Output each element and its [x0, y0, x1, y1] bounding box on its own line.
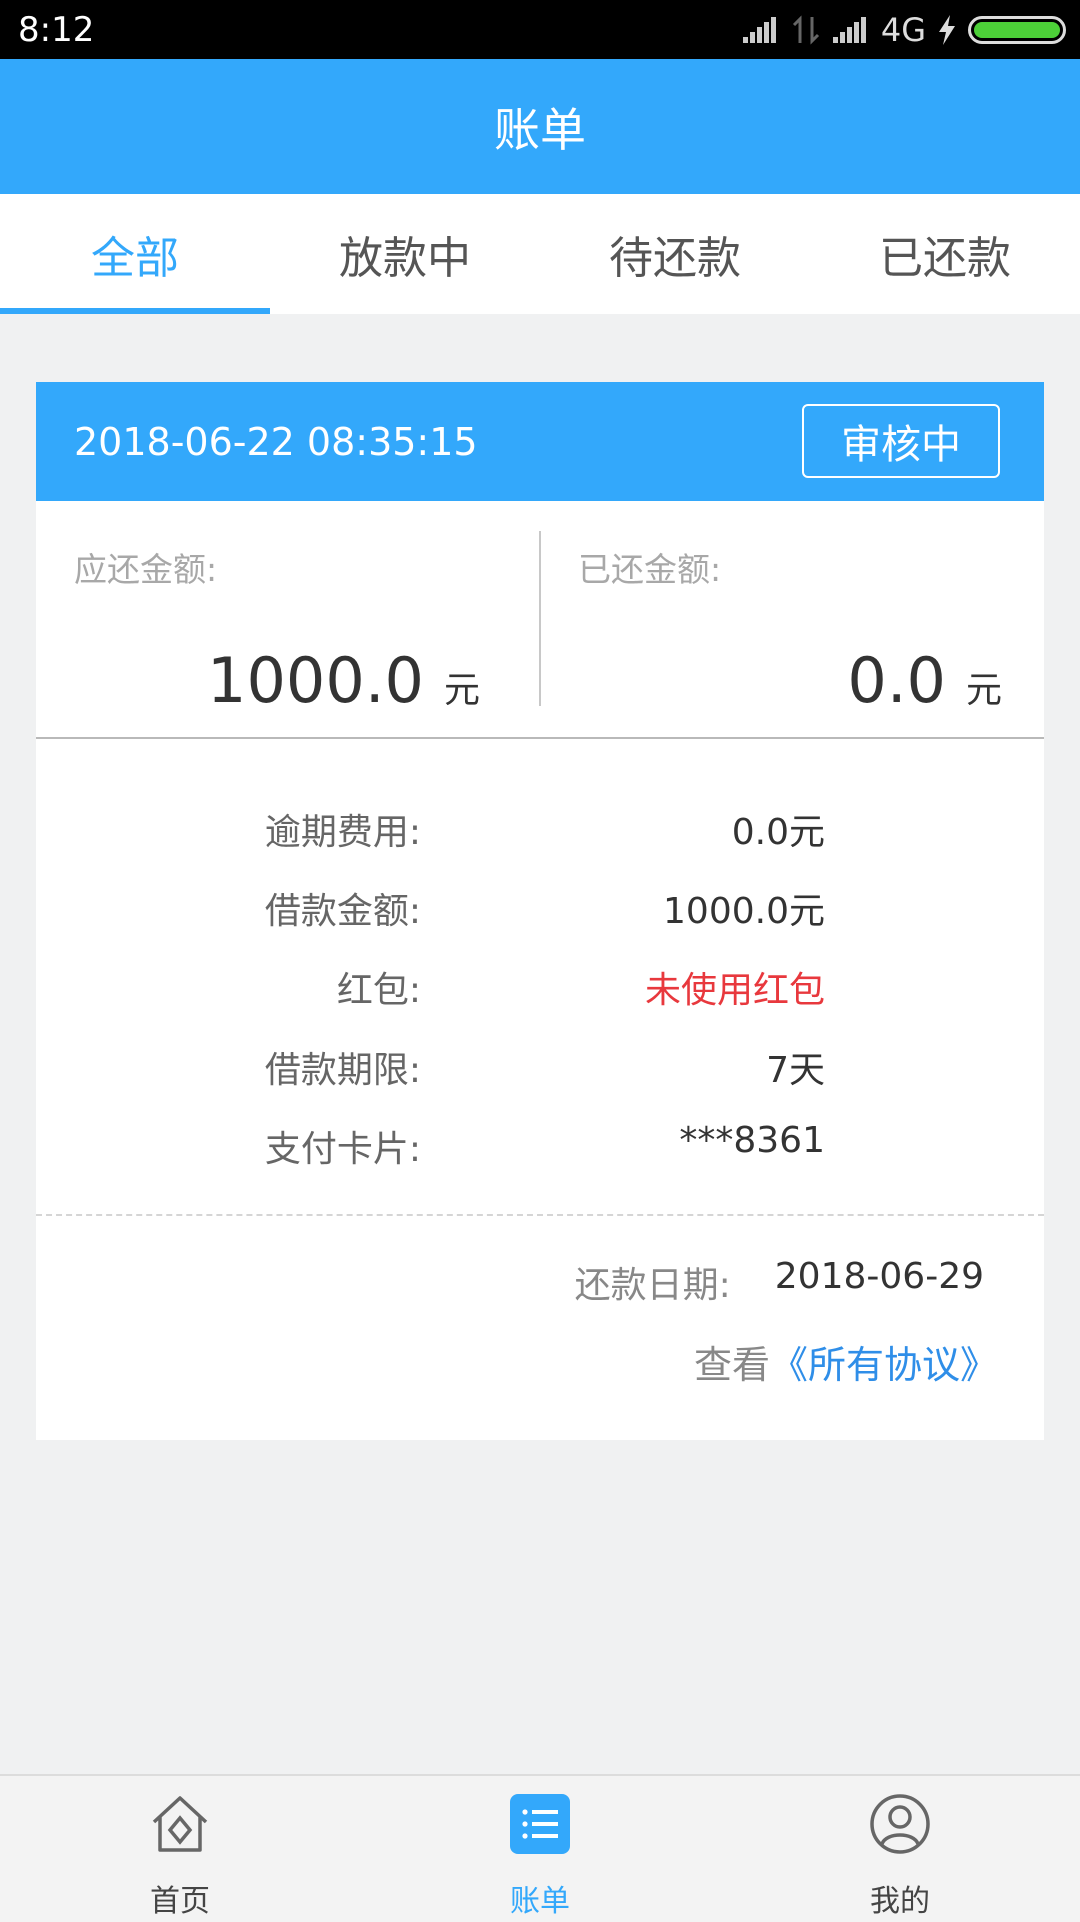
bill-list-icon — [510, 1794, 570, 1854]
detail-value: 7天 — [766, 1050, 825, 1091]
status-time: 8:12 — [18, 10, 95, 50]
network-type: 4G — [880, 11, 926, 49]
detail-value: ***8361 — [679, 1120, 825, 1161]
tab-label: 全部 — [91, 233, 179, 284]
home-icon — [152, 1796, 208, 1852]
nav-home[interactable]: 首页 — [0, 1776, 360, 1922]
detail-label: 逾期费用: — [264, 812, 421, 853]
bill-datetime: 2018-06-22 08:35:15 — [74, 420, 478, 464]
bill-card[interactable]: 2018-06-22 08:35:15 审核中 应还金额: 1000.0 元 已… — [36, 382, 1044, 1440]
paid-amount-unit: 元 — [965, 670, 1002, 711]
detail-row-loan-term: 借款期限: 7天 — [36, 1033, 1044, 1093]
detail-row-red-packet: 红包: 未使用红包 — [36, 953, 1044, 1013]
agreement-line: 查看 《所有协议》 — [694, 1334, 998, 1389]
signal-icon — [832, 17, 866, 43]
detail-value: 0.0元 — [731, 812, 825, 853]
detail-row-overdue-fee: 逾期费用: 0.0元 — [36, 795, 1044, 855]
nav-bill-label: 账单 — [510, 1884, 570, 1919]
profile-icon — [870, 1794, 930, 1854]
charging-icon — [939, 15, 955, 45]
signal-icon — [742, 17, 776, 43]
nav-bill[interactable]: 账单 — [360, 1776, 720, 1922]
detail-value: 未使用红包 — [644, 970, 825, 1011]
detail-row-payment-card: 支付卡片: ***8361 — [36, 1112, 1044, 1172]
bill-footer: 还款日期: 2018-06-29 查看 《所有协议》 — [36, 1216, 1044, 1436]
app-header: 账单 — [0, 59, 1080, 194]
amount-summary: 应还金额: 1000.0 元 已还金额: 0.0 元 — [36, 501, 1044, 739]
repay-date: 还款日期: 2018-06-29 — [575, 1256, 984, 1308]
status-badge: 审核中 — [802, 404, 1000, 478]
paid-amount-value: 0.0 — [847, 644, 946, 717]
tab-repaid[interactable]: 已还款 — [810, 194, 1080, 314]
tab-label: 已还款 — [879, 233, 1011, 284]
bill-details: 逾期费用: 0.0元 借款金额: 1000.0元 红包: 未使用红包 借款期限:… — [36, 739, 1044, 1216]
agreements-link[interactable]: 《所有协议》 — [770, 1334, 998, 1389]
detail-row-loan-amount: 借款金额: 1000.0元 — [36, 874, 1044, 934]
tab-label: 待还款 — [609, 233, 741, 284]
detail-label: 借款期限: — [264, 1050, 421, 1091]
bill-tabs: 全部 放款中 待还款 已还款 — [0, 194, 1080, 314]
due-amount-label: 应还金额: — [74, 550, 218, 589]
detail-label: 支付卡片: — [264, 1129, 421, 1170]
status-icons: 4G — [741, 12, 1066, 48]
battery-icon — [968, 16, 1066, 44]
data-transfer-icon — [792, 15, 819, 45]
page-title: 账单 — [494, 102, 586, 157]
bill-card-header: 2018-06-22 08:35:15 审核中 — [36, 382, 1044, 501]
detail-label: 借款金额: — [264, 891, 421, 932]
paid-amount-label: 已还金额: — [578, 550, 722, 589]
bottom-navigation: 首页 账单 我的 — [0, 1774, 1080, 1922]
detail-value: 1000.0元 — [663, 891, 825, 932]
nav-profile-label: 我的 — [870, 1884, 930, 1919]
agreement-prefix: 查看 — [693, 1343, 770, 1387]
due-amount-section: 应还金额: 1000.0 元 — [36, 501, 540, 737]
due-amount-unit: 元 — [443, 670, 480, 711]
paid-amount-section: 已还金额: 0.0 元 — [540, 501, 1044, 737]
status-bar: 8:12 4G — [0, 0, 1080, 59]
repay-date-value: 2018-06-29 — [774, 1256, 984, 1297]
nav-home-label: 首页 — [150, 1884, 210, 1919]
nav-profile[interactable]: 我的 — [720, 1776, 1080, 1922]
tab-label: 放款中 — [339, 233, 471, 284]
tab-pending-repayment[interactable]: 待还款 — [540, 194, 810, 314]
detail-label: 红包: — [336, 970, 421, 1011]
due-amount-value: 1000.0 — [207, 644, 424, 717]
tab-disbursing[interactable]: 放款中 — [270, 194, 540, 314]
repay-date-label: 还款日期: — [574, 1265, 731, 1306]
tab-all[interactable]: 全部 — [0, 194, 270, 314]
